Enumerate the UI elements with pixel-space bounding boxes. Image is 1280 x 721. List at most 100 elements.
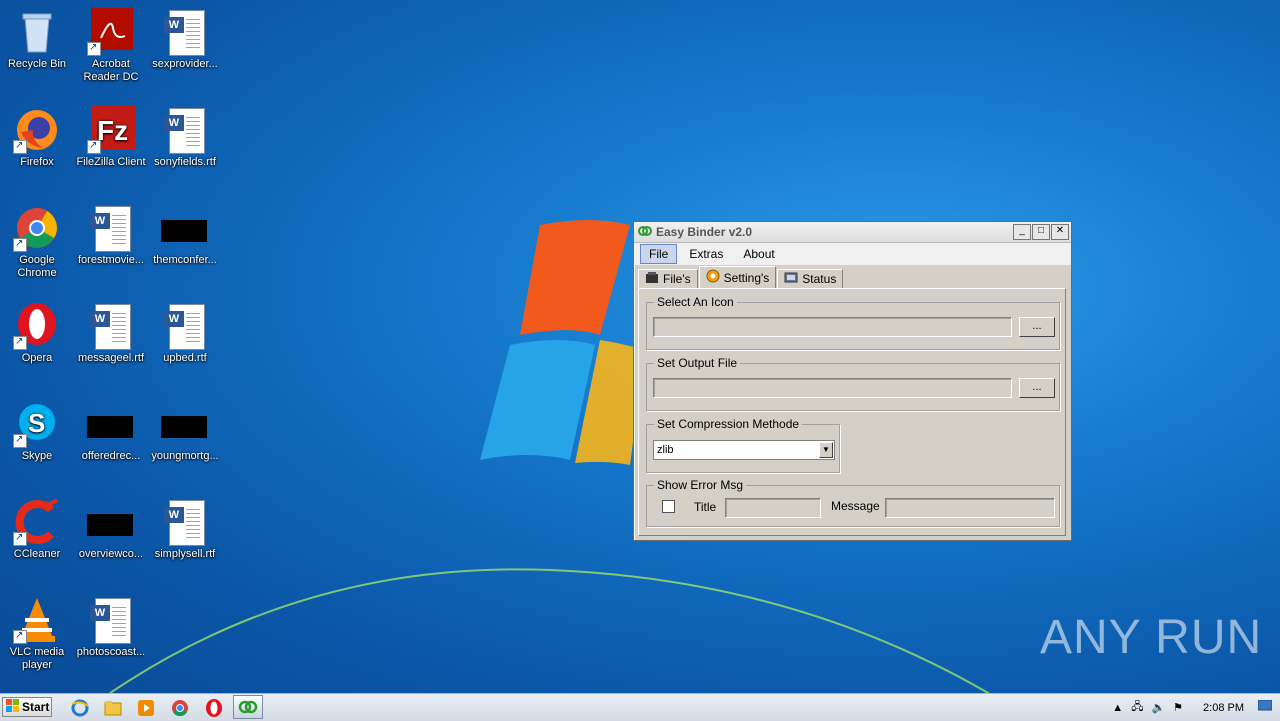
files-icon [645, 271, 659, 287]
settings-panel: Select An Icon ... Set Output File ... S… [638, 288, 1066, 536]
desktop-icon-sexprovider[interactable]: W sexprovider... [148, 8, 222, 71]
maximize-button[interactable]: □ [1032, 224, 1050, 240]
desktop-icon-offeredrec[interactable]: offeredrec... [74, 400, 148, 463]
tab-strip: File's Setting's Status [638, 266, 844, 288]
desktop-icon-overviewco[interactable]: overviewco... [74, 498, 148, 561]
tab-settings-label: Setting's [723, 270, 770, 285]
compression-selected-value: zlib [657, 444, 674, 456]
window-titlebar[interactable]: Easy Binder v2.0 _ □ ✕ [634, 222, 1071, 243]
desktop-icon-firefox[interactable]: Firefox [0, 106, 74, 169]
desktop-icon-chrome[interactable]: Google Chrome [0, 204, 74, 280]
gear-icon [706, 269, 720, 286]
show-hidden-icons-icon[interactable]: ▲ [1112, 702, 1123, 714]
action-center-flag-icon[interactable]: ⚑ [1173, 701, 1183, 714]
windows-flag-icon [6, 698, 20, 716]
acrobat-icon [87, 8, 135, 56]
start-label: Start [22, 700, 50, 714]
easy-binder-taskbar-button[interactable] [233, 695, 263, 719]
close-button[interactable]: ✕ [1051, 224, 1069, 240]
desktop-icon-themconfer[interactable]: themconfer... [148, 204, 222, 267]
error-title-label: Title [694, 500, 717, 514]
menu-about[interactable]: About [735, 245, 782, 263]
recycle-bin-icon [13, 8, 61, 56]
window-title: Easy Binder v2.0 [656, 225, 753, 239]
word-document-icon: W [161, 302, 209, 350]
error-title-field[interactable] [725, 498, 821, 518]
skype-icon: S [13, 400, 61, 448]
status-monitor-icon [784, 272, 798, 287]
word-document-icon: W [161, 106, 209, 154]
desktop-icon-messageel[interactable]: W messageel.rtf [74, 302, 148, 365]
clock[interactable]: 2:08 PM [1203, 702, 1244, 714]
show-error-checkbox[interactable] [662, 500, 675, 513]
group-compression-legend: Set Compression Methode [654, 417, 803, 431]
chrome-taskbar-icon[interactable] [170, 698, 190, 718]
unknown-file-icon [161, 204, 209, 252]
desktop-icon-sonyfields[interactable]: W sonyfields.rtf [148, 106, 222, 169]
error-message-label: Message [831, 499, 880, 513]
word-document-icon: W [87, 302, 135, 350]
chrome-icon [13, 204, 61, 252]
firefox-icon [13, 106, 61, 154]
app-icon [638, 224, 652, 241]
volume-icon[interactable]: 🔈 [1151, 701, 1165, 714]
desktop-icon-photoscoast[interactable]: W photoscoast... [74, 596, 148, 659]
minimize-button[interactable]: _ [1013, 224, 1031, 240]
menu-file[interactable]: File [640, 244, 678, 264]
tab-files[interactable]: File's [638, 269, 698, 288]
network-icon[interactable]: 🖧 [1131, 698, 1143, 717]
group-error-msg-legend: Show Error Msg [654, 478, 747, 492]
desktop-icon-simplysell[interactable]: W simplysell.rtf [148, 498, 222, 561]
svg-text:Fz: Fz [97, 115, 128, 146]
group-compression: Set Compression Methode zlib ▼ [646, 417, 840, 473]
vlc-icon [13, 596, 61, 644]
opera-icon [13, 302, 61, 350]
browse-output-button[interactable]: ... [1019, 378, 1055, 398]
unknown-file-icon [87, 498, 135, 546]
anyrun-watermark: ANY RUN [1040, 611, 1263, 664]
unknown-file-icon [87, 400, 135, 448]
menubar: File Extras About [634, 243, 1071, 265]
desktop-icon-recycle-bin[interactable]: Recycle Bin [0, 8, 74, 71]
word-document-icon: W [87, 596, 135, 644]
ie-taskbar-icon[interactable] [70, 698, 90, 718]
desktop-icon-upbed[interactable]: W upbed.rtf [148, 302, 222, 365]
word-document-icon: W [87, 204, 135, 252]
windows-logo-wallpaper [480, 220, 645, 465]
svg-text:S: S [28, 408, 45, 438]
tab-settings[interactable]: Setting's [698, 266, 777, 288]
desktop-icon-filezilla[interactable]: Fz FileZilla Client [74, 106, 148, 169]
tab-status-label: Status [802, 272, 837, 286]
compression-select[interactable]: zlib ▼ [653, 440, 835, 460]
unknown-file-icon [161, 400, 209, 448]
wallpaper-swoosh [100, 568, 1000, 700]
group-output-file-legend: Set Output File [654, 356, 741, 370]
chevron-down-icon[interactable]: ▼ [819, 442, 833, 458]
output-path-field[interactable] [653, 378, 1012, 398]
desktop-icon-youngmortg[interactable]: youngmortg... [148, 400, 222, 463]
desktop-icon-skype[interactable]: S Skype [0, 400, 74, 463]
desktop-icon-opera[interactable]: Opera [0, 302, 74, 365]
filezilla-icon: Fz [87, 106, 135, 154]
group-select-icon: Select An Icon ... [646, 295, 1060, 350]
explorer-taskbar-icon[interactable] [103, 698, 123, 718]
desktop-icon-acrobat[interactable]: Acrobat Reader DC [74, 8, 148, 84]
desktop-icon-forestmovie[interactable]: W forestmovie... [74, 204, 148, 267]
menu-extras[interactable]: Extras [681, 245, 731, 263]
tab-status[interactable]: Status [777, 269, 844, 288]
media-player-taskbar-icon[interactable] [136, 698, 156, 718]
browse-icon-button[interactable]: ... [1019, 317, 1055, 337]
desktop-icon-vlc[interactable]: VLC media player [0, 596, 74, 672]
opera-taskbar-icon[interactable] [204, 698, 224, 718]
taskbar: Start ▲ 🖧 🔈 ⚑ 2:08 PM [0, 693, 1280, 721]
ccleaner-icon [13, 498, 61, 546]
show-desktop-icon[interactable] [1257, 699, 1273, 715]
tab-files-label: File's [663, 272, 691, 286]
icon-path-field[interactable] [653, 317, 1012, 337]
system-tray: ▲ 🖧 🔈 ⚑ 2:08 PM [1112, 694, 1280, 721]
desktop-icon-ccleaner[interactable]: CCleaner [0, 498, 74, 561]
error-message-field[interactable] [885, 498, 1055, 518]
group-error-msg: Show Error Msg Title Message [646, 478, 1060, 527]
start-button[interactable]: Start [2, 697, 52, 717]
word-document-icon: W [161, 8, 209, 56]
